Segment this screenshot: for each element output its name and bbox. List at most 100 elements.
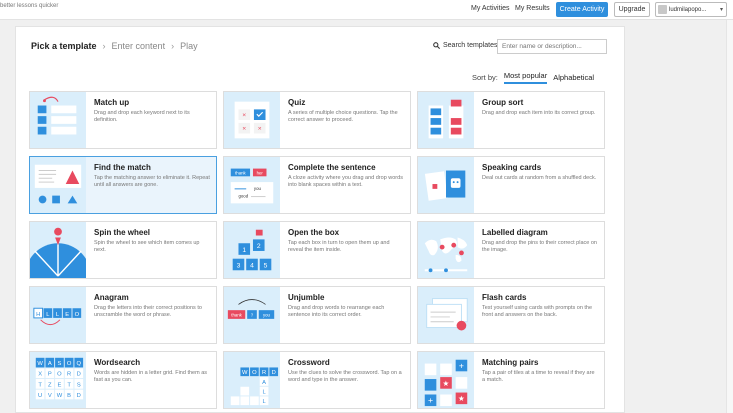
template-card-match-up[interactable]: Match up Drag and drop each keyword next … (29, 91, 217, 149)
template-card-crossword[interactable]: WORDALL Crossword Use the clues to solve … (223, 351, 411, 409)
crossword-cell (240, 396, 250, 406)
template-card-open-the-box[interactable]: 1 2 3 4 5 Open the box Tap each box in tu… (223, 221, 411, 279)
tagline: better lessons quicker (0, 3, 59, 9)
user-menu[interactable]: ludmilapopo... ▾ (655, 2, 727, 17)
speaking-cards-thumbnail (418, 157, 474, 213)
word-good: good (238, 194, 248, 199)
anagram-letter: E (65, 312, 69, 318)
wordsearch-letter: Z (48, 382, 52, 388)
wordsearch-letter: D (77, 393, 81, 399)
template-description: Drag and drop each keyword next to its d… (94, 110, 190, 124)
svg-text:+: + (428, 395, 433, 405)
wordsearch-letter: W (57, 393, 63, 399)
anagram-letter: O (75, 312, 80, 318)
template-card-labelled-diagram[interactable]: Labelled diagram Drag and drop the pins t… (417, 221, 605, 279)
box-number: 2 (257, 243, 261, 250)
box-number: 4 (250, 262, 254, 269)
wordsearch-letter: R (67, 372, 71, 378)
crossword-letter: O (252, 370, 257, 376)
crossword-cell (240, 386, 250, 396)
wordsearch-letter: S (58, 361, 62, 367)
group-sort-icon (428, 99, 464, 139)
wordsearch-letter: D (77, 372, 81, 378)
create-activity-button[interactable]: Create Activity (556, 2, 608, 17)
labelled-diagram-icon (424, 237, 468, 273)
template-title: Flash cards (482, 293, 527, 302)
template-title: Spin the wheel (94, 228, 151, 237)
template-title: Quiz (288, 98, 306, 107)
spin-the-wheel-thumbnail (30, 222, 86, 278)
group-sort-thumbnail (418, 92, 474, 148)
crossword-cell (230, 396, 240, 406)
template-card-wordsearch[interactable]: WASOQXPORDTZETSUVWBD Wordsearch Words are… (29, 351, 217, 409)
template-title: Complete the sentence (288, 163, 376, 172)
wordsearch-letter: Q (77, 361, 82, 367)
template-card-flash-cards[interactable]: Flash cards Test yourself using cards wit… (417, 286, 605, 344)
sort-bar: Sort by: Most popular Alphabetical (472, 71, 594, 84)
template-description: Use the clues to solve the crossword. Ta… (288, 370, 402, 384)
svg-text:×: × (258, 126, 262, 133)
breadcrumb-pick-template: Pick a template (31, 41, 97, 51)
sort-most-popular[interactable]: Most popular (503, 71, 548, 84)
quiz-icon: × × × (234, 101, 270, 139)
complete-the-sentence-icon: thank her you good (230, 168, 274, 204)
template-card-anagram[interactable]: H L L E O Anagram Drag the letters into t… (29, 286, 217, 344)
template-card-matching-pairs[interactable]: + ★ + ★ Matching pairs Tap a pair of tiles… (417, 351, 605, 409)
box-number: 5 (264, 262, 268, 269)
wordsearch-letter: E (58, 382, 62, 388)
unjumble-word: you (263, 312, 271, 317)
crossword-icon: W O R DALL (230, 367, 279, 406)
template-card-unjumble[interactable]: thank ? you Unjumble Drag and drop words … (223, 286, 411, 344)
template-description: Tap each box in turn to open them up and… (288, 240, 390, 254)
wordsearch-letter: P (48, 372, 52, 378)
page-scrollbar[interactable] (726, 20, 733, 413)
word-her: her (257, 170, 264, 175)
wordsearch-letter: S (77, 382, 81, 388)
template-title: Labelled diagram (482, 228, 548, 237)
search-icon (433, 42, 440, 49)
labelled-diagram-thumbnail (418, 222, 474, 278)
search-input[interactable] (497, 39, 607, 54)
chevron-right-icon: › (102, 41, 106, 51)
match-up-thumbnail (30, 92, 86, 148)
template-description: Drag and drop each item into its correct… (482, 110, 596, 116)
template-title: Group sort (482, 98, 524, 107)
crossword-letter: A (262, 380, 266, 386)
wordsearch-letter: T (67, 382, 71, 388)
sort-alphabetical[interactable]: Alphabetical (553, 73, 594, 82)
wordsearch-letter: X (38, 372, 42, 378)
breadcrumb-enter-content: Enter content (111, 41, 166, 51)
search-label: Search templates: (433, 42, 499, 49)
template-card-quiz[interactable]: × × × Quiz A series of multiple choice qu… (223, 91, 411, 149)
template-card-speaking-cards[interactable]: Speaking cards Deal out cards at random f… (417, 156, 605, 214)
svg-text:×: × (242, 112, 246, 119)
template-panel: Pick a template › Enter content › Play S… (15, 26, 625, 413)
wordsearch-letter: T (38, 382, 42, 388)
wordsearch-letter: W (37, 361, 43, 367)
matching-pairs-thumbnail: + ★ + ★ (418, 352, 474, 408)
box-number: 1 (242, 247, 246, 254)
svg-text:★: ★ (458, 394, 465, 403)
template-card-find-the-match[interactable]: Find the match Tap the matching answer to… (29, 156, 217, 214)
template-title: Open the box (288, 228, 340, 237)
username: ludmilapopo... (669, 6, 707, 13)
quiz-thumbnail: × × × (224, 92, 280, 148)
anagram-thumbnail: H L L E O (30, 287, 86, 343)
wordsearch-icon: W A S O QX P O R DT Z E T SU V W B D (35, 357, 84, 400)
svg-text:★: ★ (443, 379, 450, 388)
speaking-cards-icon (424, 170, 466, 201)
flash-cards-thumbnail (418, 287, 474, 343)
anagram-icon: H L L E O (33, 307, 82, 326)
my-results-link[interactable]: My Results (515, 5, 550, 12)
anagram-letter: H (36, 312, 40, 318)
template-card-group-sort[interactable]: Group sort Drag and drop each item into i… (417, 91, 605, 149)
upgrade-button[interactable]: Upgrade (614, 2, 650, 17)
crossword-letter: D (272, 370, 276, 376)
unjumble-icon: thank ? you (227, 299, 275, 319)
template-card-complete-the-sentence[interactable]: thank her you good Complete the sentence… (223, 156, 411, 214)
word-you: you (254, 186, 262, 191)
crossword-cell (250, 396, 259, 406)
template-title: Wordsearch (94, 358, 141, 367)
my-activities-link[interactable]: My Activities (471, 5, 510, 12)
template-card-spin-the-wheel[interactable]: Spin the wheel Spin the wheel to see whic… (29, 221, 217, 279)
